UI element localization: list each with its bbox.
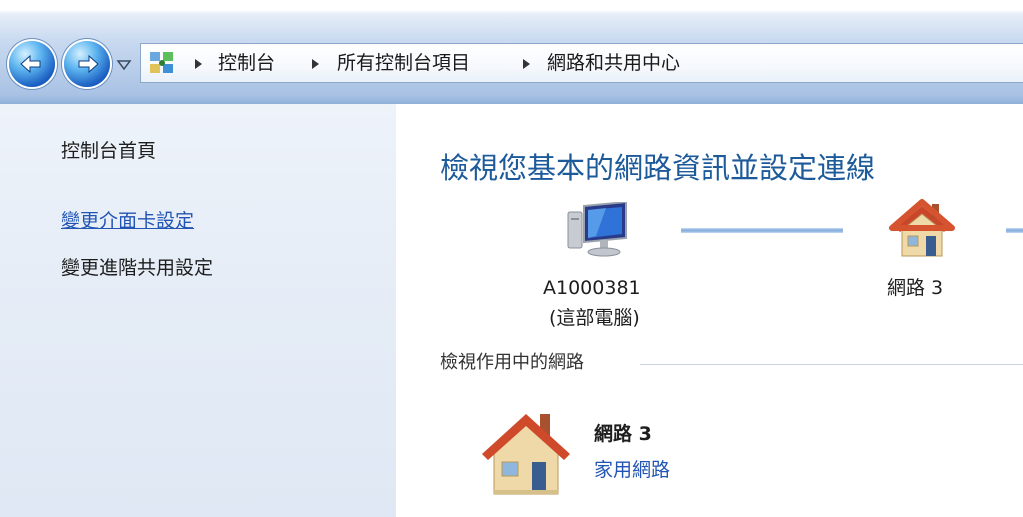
breadcrumb-all-items[interactable]: 所有控制台項目 — [337, 51, 470, 75]
breadcrumb-separator-icon[interactable] — [195, 59, 202, 69]
connection-line — [681, 228, 843, 233]
left-pane — [0, 104, 396, 517]
breadcrumb[interactable]: 控制台 所有控制台項目 網路和共用中心 — [140, 43, 1023, 83]
breadcrumb-network-center[interactable]: 網路和共用中心 — [547, 51, 680, 75]
home-network-icon[interactable] — [888, 198, 956, 260]
address-bar: 控制台 所有控制台項目 網路和共用中心 — [0, 0, 1023, 104]
change-advanced-sharing-link[interactable]: 變更進階共用設定 — [61, 256, 213, 280]
breadcrumb-separator-icon[interactable] — [312, 59, 319, 69]
home-network-icon — [482, 414, 570, 495]
breadcrumb-control-panel[interactable]: 控制台 — [218, 51, 275, 75]
computer-name: A1000381 — [543, 277, 641, 299]
computer-caption: (這部電腦) — [549, 307, 640, 329]
connection-line — [1006, 228, 1023, 233]
back-arrow-icon — [20, 54, 41, 74]
breadcrumb-separator-icon[interactable] — [523, 59, 530, 69]
control-panel-icon[interactable] — [149, 50, 175, 76]
active-network-name: 網路 3 — [594, 423, 652, 445]
section-divider — [640, 364, 1023, 365]
active-networks-heading: 檢視作用中的網路 — [440, 352, 584, 373]
control-panel-home-link[interactable]: 控制台首頁 — [61, 139, 156, 163]
forward-arrow-icon — [78, 54, 99, 74]
change-adapter-settings-link[interactable]: 變更介面卡設定 — [61, 209, 194, 233]
network-type-link[interactable]: 家用網路 — [594, 458, 670, 482]
computer-icon[interactable] — [566, 202, 632, 258]
back-button[interactable] — [9, 41, 55, 87]
network-map-label: 網路 3 — [887, 277, 944, 299]
page-title: 檢視您基本的網路資訊並設定連線 — [440, 151, 876, 185]
history-dropdown-icon[interactable] — [116, 58, 132, 72]
forward-button[interactable] — [64, 41, 110, 87]
